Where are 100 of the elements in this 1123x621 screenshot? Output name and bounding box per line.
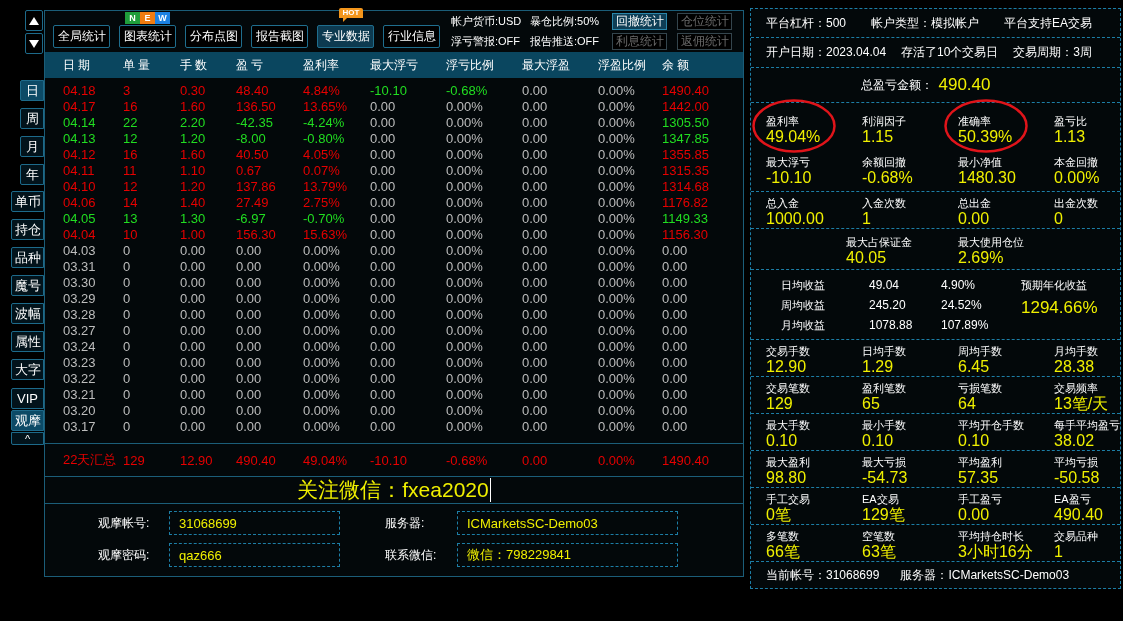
table-cell: 0.00 [662, 387, 688, 403]
badge-letter: E [140, 12, 155, 24]
side-tab[interactable]: VIP [11, 388, 44, 409]
table-cell: 0.00 [370, 195, 396, 211]
scroll-down-button[interactable] [25, 33, 43, 54]
scroll-up-button[interactable] [25, 10, 43, 31]
account-info-text: 平台支持EA交易 [1003, 14, 1092, 32]
side-tab[interactable]: 魔号 [11, 275, 44, 296]
side-tab[interactable]: 单币 [11, 191, 44, 212]
table-cell: 0.00% [446, 339, 483, 355]
table-cell: -42.35 [236, 115, 273, 131]
side-tab[interactable]: 月 [20, 136, 44, 157]
stat-value: 57.35 [958, 469, 999, 487]
table-cell: 0.00 [370, 387, 396, 403]
table-cell: 0.00% [446, 371, 483, 387]
table-cell: 0.00 [522, 147, 548, 163]
stat-value: 0.00 [958, 210, 990, 228]
table-cell: 0.00 [370, 323, 396, 339]
side-tab[interactable]: 观摩 [11, 410, 44, 431]
table-cell: 0.00 [522, 115, 548, 131]
stats-button[interactable]: 回撤统计 [612, 13, 667, 30]
table-cell: 13.65% [303, 99, 348, 115]
table-cell: 0.00 [370, 243, 396, 259]
stat-label: 盈利率 [766, 114, 799, 128]
stat-value: 1000.00 [766, 210, 824, 228]
table-cell: 0.00 [662, 355, 688, 371]
account-info-text: 交易周期：3周 [1013, 44, 1092, 61]
collapse-button[interactable]: ^ [11, 432, 44, 445]
stat-value: 12.90 [766, 358, 807, 376]
table-cell: 0.00% [446, 211, 483, 227]
table-cell: 0.00 [522, 419, 548, 435]
table-cell: 1149.33 [662, 211, 709, 227]
table-cell: 0.00% [446, 323, 483, 339]
table-cell: 4.05% [303, 147, 340, 163]
table-cell: 16 [123, 147, 138, 163]
stat-label: 盈利笔数 [862, 381, 906, 395]
table-cell: 0.00% [303, 275, 340, 291]
table-cell: 03.21 [63, 387, 96, 403]
side-tab[interactable]: 品种 [11, 247, 44, 268]
side-tab[interactable]: 波幅 [11, 303, 44, 324]
stat-label: 手工交易 [766, 492, 810, 506]
summary-cell: -10.10 [370, 452, 407, 468]
stat-label: 平均亏损 [1054, 455, 1098, 469]
table-cell: 2.20 [180, 115, 206, 131]
table-cell: 0.00 [180, 419, 206, 435]
side-tab[interactable]: 属性 [11, 331, 44, 352]
stat-value: 1.29 [862, 358, 894, 376]
return-amount: 49.04 [869, 278, 900, 292]
table-cell: 0.00% [598, 419, 635, 435]
side-tab[interactable]: 持仓 [11, 219, 44, 240]
stat-value: 0.10 [958, 432, 990, 450]
return-label: 月均收益 [781, 317, 825, 333]
table-cell: 12 [123, 179, 138, 195]
stat-label: 最大盈利 [766, 455, 810, 469]
table-cell: 0 [123, 275, 131, 291]
input-field[interactable]: 31068699 [169, 511, 340, 535]
side-tab[interactable]: 日 [20, 80, 44, 101]
stat-value: 3小时16分 [958, 543, 1033, 561]
table-cell: 1156.30 [662, 227, 709, 243]
summary-cell: -0.68% [446, 452, 488, 468]
table-cell: 03.23 [63, 355, 96, 371]
side-tab[interactable]: 大字 [11, 359, 44, 380]
stat-label: 入金次数 [862, 196, 906, 210]
account-info-text: 帐户类型：模拟帐户 [871, 14, 979, 32]
table-cell: 03.31 [63, 259, 96, 275]
table-cell: 11 [123, 163, 137, 179]
account-info-text: 暴仓比例:50% [530, 13, 600, 29]
table-cell: 0 [123, 371, 131, 387]
toolbar-button[interactable]: 图表统计 [119, 25, 176, 48]
column-header: 盈利率 [303, 56, 339, 74]
table-cell: 0.00% [598, 131, 635, 147]
stat-value: 1 [1054, 543, 1063, 561]
input-field[interactable]: ICMarketsSC-Demo03 [457, 511, 678, 535]
side-tab[interactable]: 周 [20, 108, 44, 129]
toolbar-button[interactable]: 行业信息 [383, 25, 440, 48]
stat-value: 6.45 [958, 358, 990, 376]
toolbar-button[interactable]: 全局统计 [53, 25, 110, 48]
table-cell: 0.00 [522, 179, 548, 195]
input-field[interactable]: qaz666 [169, 543, 340, 567]
stat-value: 13笔/天 [1054, 395, 1109, 413]
toolbar-button[interactable]: 专业数据 [317, 25, 374, 48]
table-cell: 03.17 [63, 419, 96, 435]
table-cell: 0.00 [180, 387, 206, 403]
table-cell: 0 [123, 339, 131, 355]
table-cell: 1.60 [180, 99, 206, 115]
input-field[interactable]: 微信：798229841 [457, 543, 678, 567]
table-cell: 0.00 [236, 243, 262, 259]
stat-value: 0 [1054, 210, 1063, 228]
table-cell: 0 [123, 387, 131, 403]
table-cell: 0.00 [180, 275, 206, 291]
column-header: 最大浮盈 [522, 56, 570, 74]
table-cell: 04.10 [63, 179, 96, 195]
toolbar-button[interactable]: 报告截图 [251, 25, 308, 48]
table-cell: 0.00 [522, 227, 548, 243]
toolbar-button[interactable]: 分布点图 [185, 25, 242, 48]
stat-value: -50.58 [1054, 469, 1100, 487]
table-cell: 0.00 [370, 179, 396, 195]
side-tab[interactable]: 年 [20, 164, 44, 185]
table-cell: 0 [123, 419, 131, 435]
table-cell: 0.00% [446, 307, 483, 323]
